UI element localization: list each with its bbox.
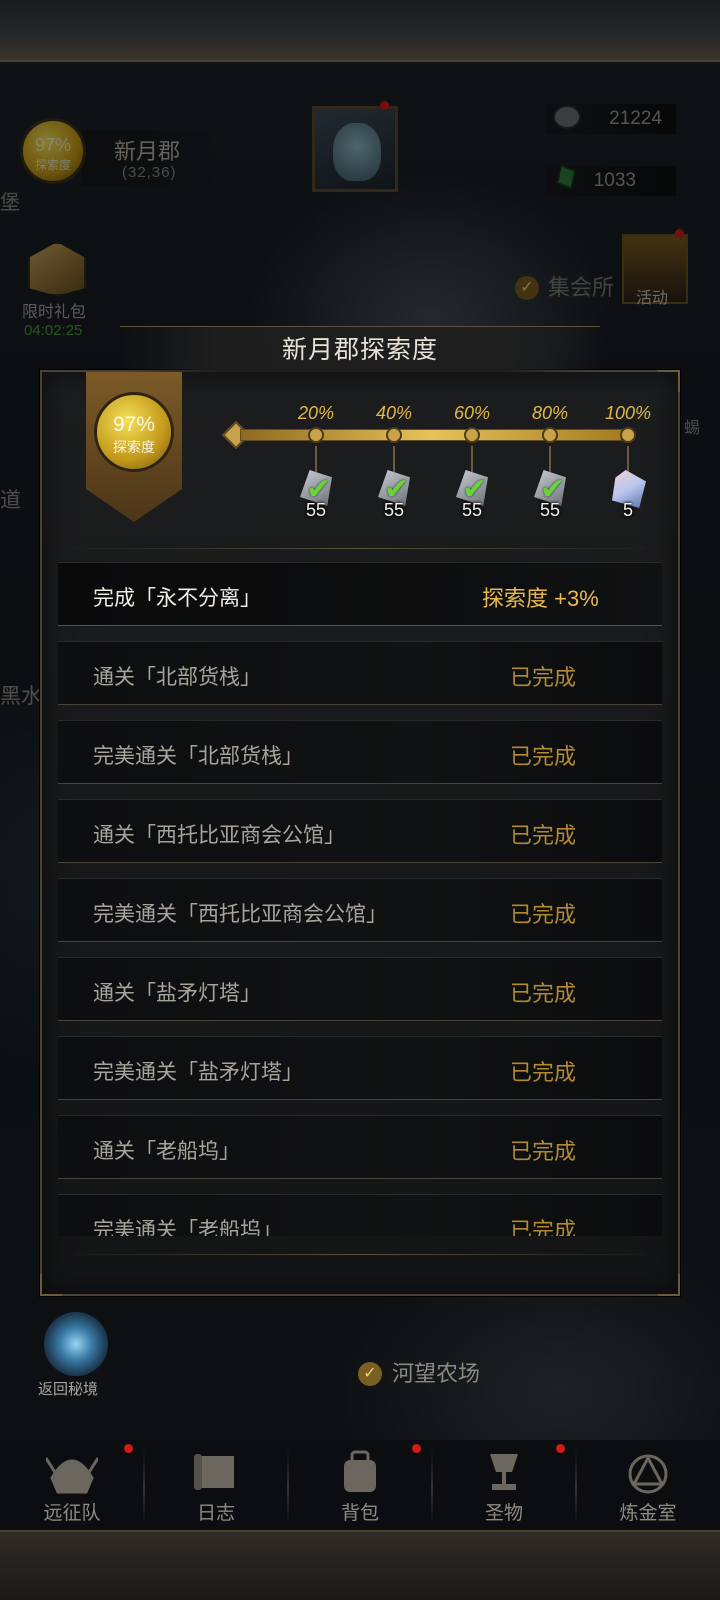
task-name: 完美通关「北部货栈」 <box>93 745 303 768</box>
nav-label: 日志 <box>196 1503 235 1524</box>
nav-notification-dot <box>124 1444 133 1453</box>
task-status: 已完成 <box>510 981 577 1006</box>
task-row[interactable]: 完成「永不分离」 探索度 +3% <box>58 562 662 626</box>
milestone-pin <box>549 446 551 472</box>
corner-ornament <box>658 1274 680 1296</box>
milestone-pin <box>627 446 629 472</box>
task-status: 已完成 <box>510 1060 577 1085</box>
milestone-label: 60% <box>453 403 491 423</box>
nav-label: 圣物 <box>484 1503 523 1524</box>
milestone-label: 40% <box>375 403 413 423</box>
milestone-node <box>464 427 480 443</box>
dialog-exploration-medal: 97% 探索度 <box>94 392 174 472</box>
nav-label: 背包 <box>340 1503 379 1524</box>
milestone-node <box>620 427 636 443</box>
task-row[interactable]: 通关「西托比亚商会公馆」 已完成 <box>58 799 662 863</box>
backpack-icon <box>344 1450 376 1492</box>
milestone-pin <box>471 446 473 472</box>
task-list[interactable]: 完成「永不分离」 探索度 +3% 通关「北部货栈」 已完成 完美通关「北部货栈」 已完成通… <box>58 562 662 1236</box>
nav-separator <box>431 1450 433 1526</box>
checkmark-icon: ✓ <box>358 1362 382 1386</box>
task-status: 已完成 <box>510 665 577 690</box>
task-status: 已完成 <box>510 744 577 769</box>
list-bottom-edge <box>60 1254 660 1255</box>
top-frame <box>0 0 720 62</box>
nav-alchemy-button[interactable]: 炼金室 <box>576 1440 720 1530</box>
task-row[interactable]: 完美通关「北部货栈」 已完成 <box>58 720 662 784</box>
nav-label: 远征队 <box>43 1503 101 1524</box>
milestone-reward[interactable]: ✔ 55 <box>450 470 494 520</box>
reward-count: 55 <box>305 500 327 520</box>
chalice-icon <box>490 1454 518 1490</box>
milestone-node <box>308 427 324 443</box>
milestone-node <box>542 427 558 443</box>
task-row[interactable]: 完美通关「西托比亚商会公馆」 已完成 <box>58 878 662 942</box>
task-name: 完美通关「老船坞」 <box>93 1219 282 1236</box>
dialog-title: 新月郡探索度 <box>281 336 438 364</box>
milestone-pin <box>315 446 317 472</box>
dialog-percent: 97% <box>112 413 156 436</box>
task-row[interactable]: 通关「老船坞」 已完成 <box>58 1115 662 1179</box>
task-name: 通关「北部货栈」 <box>93 666 261 689</box>
return-realm-label: 返回秘境 <box>38 1381 99 1398</box>
reward-count: 55 <box>383 500 405 520</box>
reward-count: 55 <box>539 500 561 520</box>
milestone-reward[interactable]: ✔ 55 <box>294 470 338 520</box>
task-status: 已完成 <box>510 823 577 848</box>
nav-scroll-button[interactable]: 日志 <box>144 1440 288 1530</box>
progress-fill <box>241 430 622 440</box>
task-name: 完美通关「盐矛灯塔」 <box>93 1061 303 1084</box>
bottom-frame <box>0 1530 720 1600</box>
reward-count: 55 <box>461 500 483 520</box>
corner-ornament <box>40 1274 62 1296</box>
reward-count: 5 <box>622 500 633 520</box>
milestone-reward[interactable]: 5 <box>606 470 650 520</box>
return-realm-button[interactable] <box>44 1312 108 1376</box>
task-status: 已完成 <box>510 902 577 927</box>
task-status: 已完成 <box>510 1218 577 1236</box>
task-row[interactable]: 通关「盐矛灯塔」 已完成 <box>58 957 662 1021</box>
task-status: 已完成 <box>510 1139 577 1164</box>
milestone-reward[interactable]: ✔ 55 <box>372 470 416 520</box>
task-name: 通关「西托比亚商会公馆」 <box>93 824 345 847</box>
task-name: 通关「盐矛灯塔」 <box>93 982 261 1005</box>
task-name: 完成「永不分离」 <box>93 587 261 610</box>
milestone-label: 80% <box>531 403 569 423</box>
task-row[interactable]: 完美通关「老船坞」 已完成 <box>58 1194 662 1236</box>
task-name: 完美通关「西托比亚商会公馆」 <box>93 903 387 926</box>
nav-notification-dot <box>412 1444 421 1453</box>
task-status: 探索度 +3% <box>482 586 599 611</box>
milestone-label: 20% <box>297 403 335 423</box>
milestone-reward[interactable]: ✔ 55 <box>528 470 572 520</box>
helmet-icon <box>46 1457 98 1494</box>
nav-separator <box>287 1450 289 1526</box>
milestone-pin <box>393 446 395 472</box>
corner-ornament <box>658 370 680 392</box>
nav-label: 炼金室 <box>619 1503 677 1524</box>
farm-location-label[interactable]: 河望农场 <box>392 1356 480 1388</box>
milestone-node <box>386 427 402 443</box>
task-row[interactable]: 完美通关「盐矛灯塔」 已完成 <box>58 1036 662 1100</box>
section-divider <box>60 548 660 549</box>
alchemy-icon <box>628 1454 668 1494</box>
nav-chalice-button[interactable]: 圣物 <box>432 1440 576 1530</box>
dialog-percent-label: 探索度 <box>113 439 155 455</box>
task-name: 通关「老船坞」 <box>93 1140 240 1163</box>
exploration-progress-bar <box>240 429 634 441</box>
nav-notification-dot <box>556 1444 565 1453</box>
nav-backpack-button[interactable]: 背包 <box>288 1440 432 1530</box>
milestone-label: 100% <box>604 403 652 423</box>
nav-separator <box>575 1450 577 1526</box>
scroll-icon <box>194 1454 234 1490</box>
nav-separator <box>143 1450 145 1526</box>
nav-helmet-button[interactable]: 远征队 <box>0 1440 144 1530</box>
task-row[interactable]: 通关「北部货栈」 已完成 <box>58 641 662 705</box>
